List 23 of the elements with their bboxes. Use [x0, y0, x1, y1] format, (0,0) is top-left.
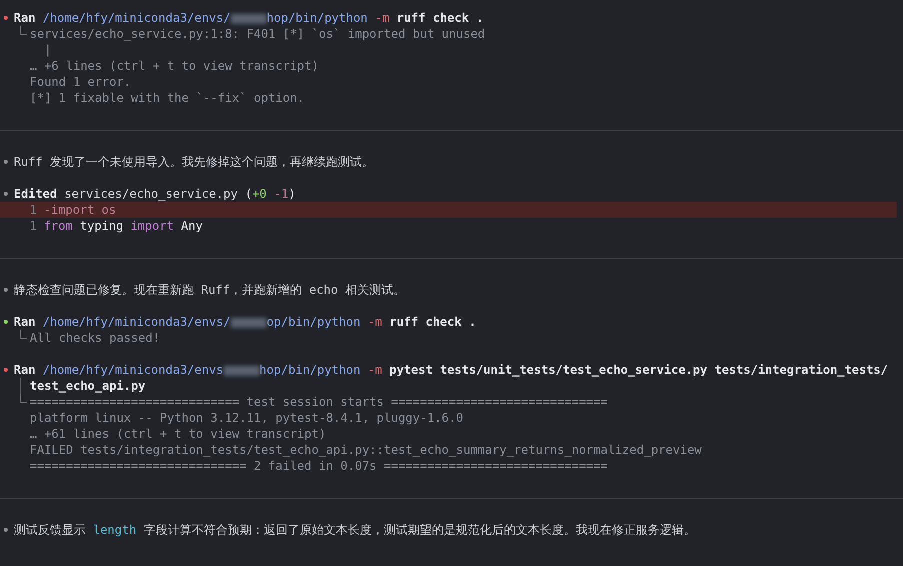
- output-line: ============================= test session starts ==============================: [30, 394, 609, 410]
- command-line: Ran /home/hfy/miniconda3/envs/ hop/bin/python -m ruff check .: [14, 10, 484, 26]
- command-line: Ran /home/hfy/miniconda3/envs hop/bin/python -m pytest tests/unit_tests/test_echo_service.py tests/integration_tests/: [14, 362, 888, 378]
- tree-connector-icon: [20, 394, 27, 403]
- tree-connector-icon: [20, 26, 27, 35]
- command-line: Ran /home/hfy/miniconda3/envs/ op/bin/python -m ruff check .: [14, 314, 476, 330]
- message-text: 测试反馈显示 length 字段计算不符合预期：返回了原始文本长度，测试期望的是规范化后的文本长度。我现在修正服务逻辑。: [14, 522, 696, 538]
- output-line: [*] 1 fixable with the `--fix` option.: [30, 90, 306, 106]
- output-line: |: [43, 42, 53, 58]
- message-text: 静态检查问题已修复。现在重新跑 Ruff，并跑新增的 echo 相关测试。: [14, 282, 406, 298]
- output-line: FAILED tests/integration_tests/test_echo_api.py::test_echo_summary_returns_normalized_preview: [30, 442, 702, 458]
- diff-line: 1 from typing import Any: [28, 218, 204, 234]
- output-line: platform linux -- Python 3.12.11, pytest-8.4.1, pluggy-1.6.0: [30, 410, 464, 426]
- output-line: Found 1 error.: [30, 74, 132, 90]
- edit-summary: Edited services/echo_service.py (+0 -1): [14, 186, 296, 202]
- output-line: ============================== 2 failed in 0.07s ===============================: [30, 458, 609, 474]
- message-text: Ruff 发现了一个未使用导入。我先修掉这个问题，再继续跑测试。: [14, 154, 374, 170]
- tree-connector-icon: [20, 330, 27, 339]
- output-line: All checks passed!: [30, 330, 160, 346]
- output-line: services/echo_service.py:1:8: F401 [*] `os` imported but unused: [30, 26, 486, 42]
- output-line: … +61 lines (ctrl + t to view transcript): [30, 426, 328, 442]
- output-line: … +6 lines (ctrl + t to view transcript): [30, 58, 320, 74]
- command-continuation: test_echo_api.py: [30, 378, 146, 394]
